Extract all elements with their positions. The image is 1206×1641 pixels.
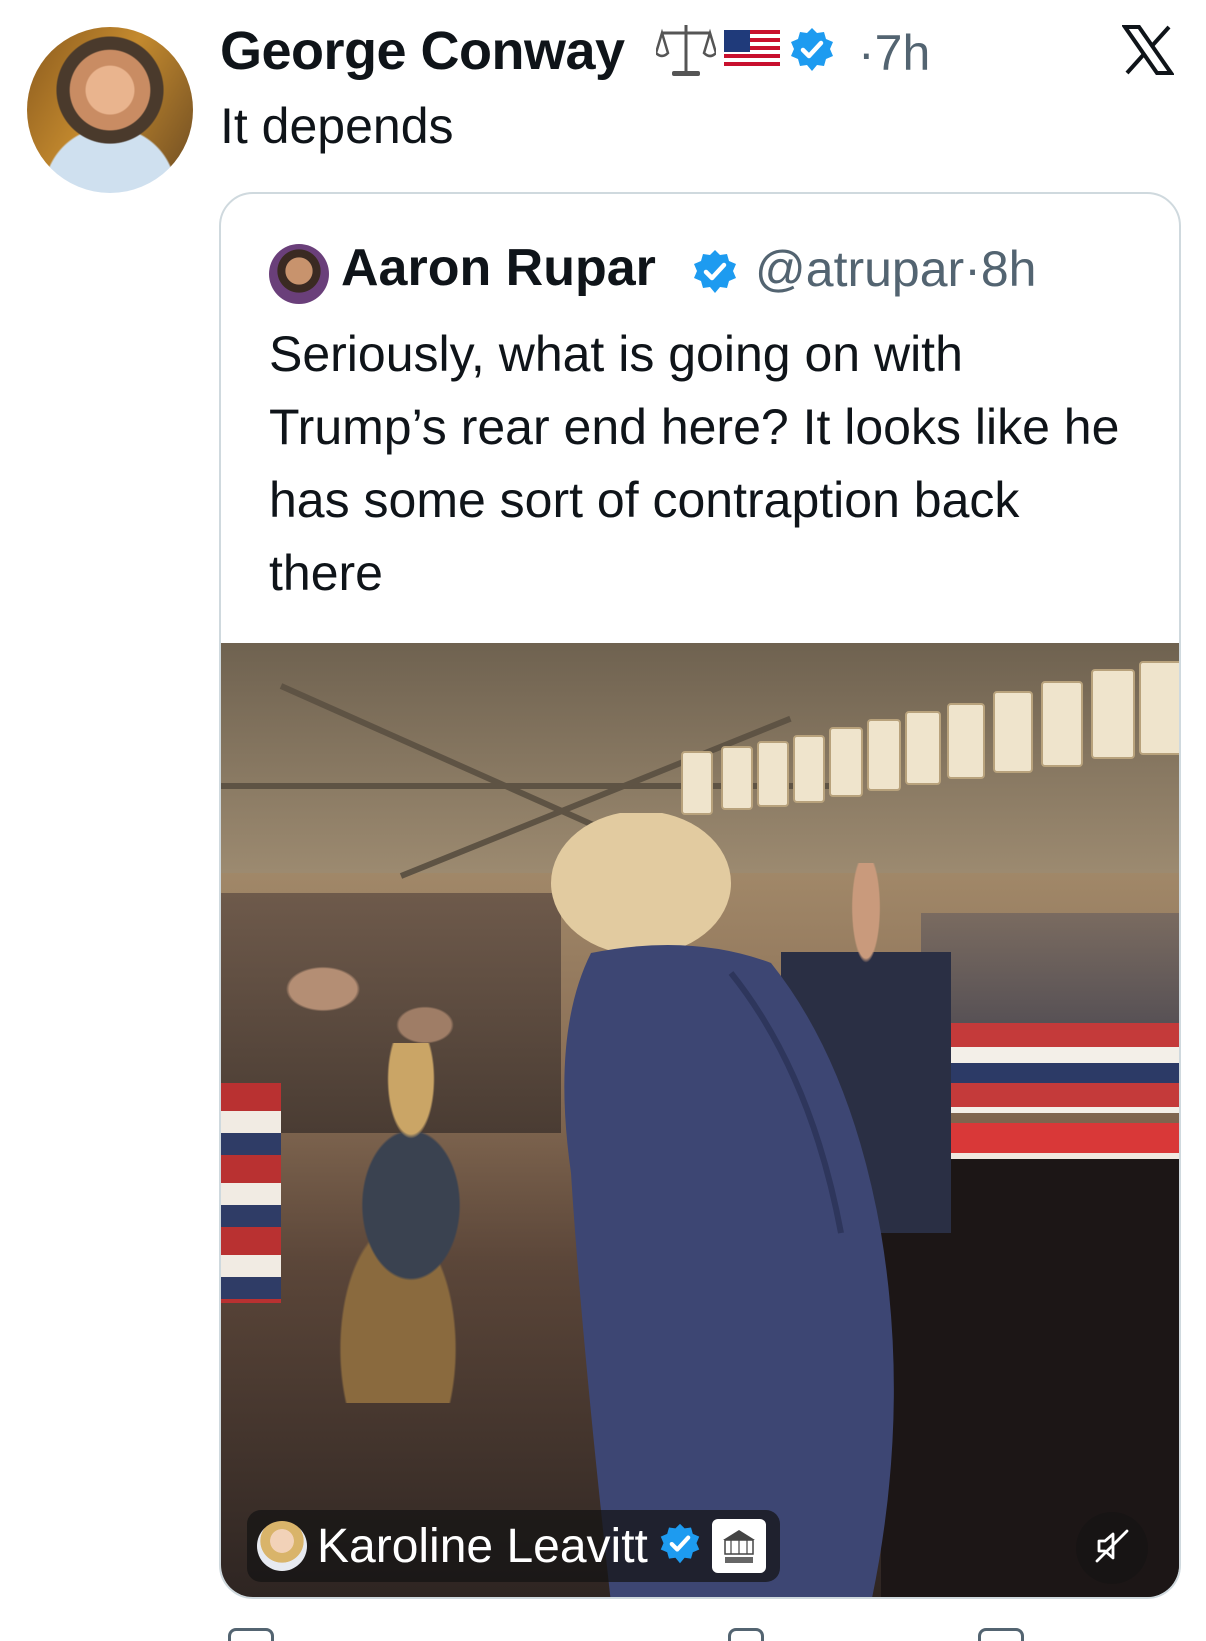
author-name[interactable]: George Conway <box>220 20 625 82</box>
video-attribution[interactable]: Karoline Leavitt <box>247 1510 780 1582</box>
scales-icon <box>656 21 716 79</box>
quoted-tweet-card[interactable]: Aaron Rupar @atrupar·8h Seriously, what … <box>219 192 1181 1599</box>
attribution-name: Karoline Leavitt <box>317 1519 648 1573</box>
mute-toggle-button[interactable] <box>1076 1512 1148 1584</box>
time-label: 7h <box>874 25 931 81</box>
video-frame-main-figure <box>511 811 941 1597</box>
us-flag-icon <box>724 30 780 70</box>
white-house-logo <box>711 1519 766 1573</box>
quoted-time-label: 8h <box>980 241 1037 297</box>
verified-badge-icon[interactable] <box>788 26 836 74</box>
video-frame-wall-plaques <box>681 661 1179 815</box>
like-icon[interactable] <box>728 1628 764 1641</box>
quoted-author-handle: @atrupar <box>755 241 965 297</box>
reply-icon[interactable] <box>228 1628 274 1641</box>
quoted-author-handle-and-time[interactable]: @atrupar·8h <box>755 240 1036 298</box>
tweet-text: It depends <box>220 98 454 154</box>
author-avatar[interactable] <box>27 27 193 193</box>
author-badges <box>656 20 836 80</box>
verified-badge-icon <box>658 1522 702 1571</box>
bookmark-icon[interactable] <box>978 1628 1024 1641</box>
x-logo-icon[interactable] <box>1121 24 1175 76</box>
video-player[interactable] <box>221 643 1179 1597</box>
quoted-tweet-text: Seriously, what is going on with Trump’s… <box>269 326 1120 601</box>
attribution-avatar <box>257 1521 307 1571</box>
separator-dot: · <box>964 241 981 297</box>
quoted-author-name[interactable]: Aaron Rupar <box>341 238 656 298</box>
verified-badge-icon[interactable] <box>691 248 739 301</box>
muted-speaker-icon <box>1093 1527 1131 1570</box>
video-frame-bunting <box>951 1023 1179 1113</box>
quoted-author-avatar[interactable] <box>269 244 329 304</box>
video-frame-photographer <box>281 1043 541 1403</box>
video-frame-bunting <box>221 1083 281 1303</box>
tweet-timestamp[interactable]: ·7h <box>858 24 930 82</box>
separator-dot: · <box>858 25 875 81</box>
